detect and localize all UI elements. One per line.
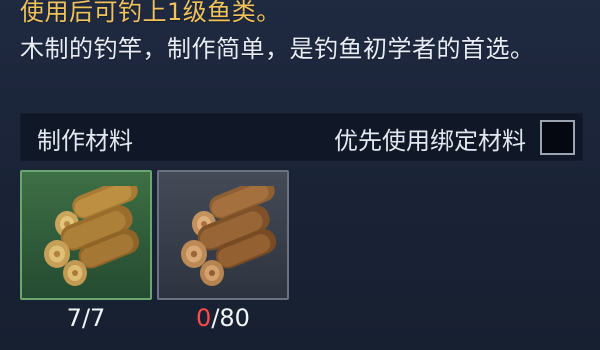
log-bundle-icon: [181, 186, 277, 286]
material-count-separator: /: [81, 304, 91, 332]
prefer-bound-materials-label: 优先使用绑定材料: [334, 127, 526, 155]
material-slot-2[interactable]: [157, 170, 289, 300]
material-count-2: 0/80: [157, 304, 289, 332]
materials-title: 制作材料: [37, 127, 133, 155]
crafting-panel: 使用后可钓上1级鱼类。 木制的钓竿，制作简单，是钓鱼初学者的首选。 制作材料 优…: [0, 0, 600, 350]
prefer-bound-materials-checkbox[interactable]: [540, 120, 575, 155]
material-count-current-missing: 0: [196, 304, 212, 332]
materials-header: 制作材料 优先使用绑定材料: [20, 113, 583, 161]
material-count-1: 7/7: [20, 304, 152, 332]
material-count-required: 80: [219, 304, 250, 332]
material-count-current: 7: [66, 304, 82, 332]
material-count-required: 7: [90, 304, 106, 332]
material-slot-1[interactable]: [20, 170, 152, 300]
item-description: 木制的钓竿，制作简单，是钓鱼初学者的首选。: [20, 35, 535, 63]
log-bundle-icon: [44, 186, 140, 286]
item-effect-text: 使用后可钓上1级鱼类。: [20, 0, 281, 26]
